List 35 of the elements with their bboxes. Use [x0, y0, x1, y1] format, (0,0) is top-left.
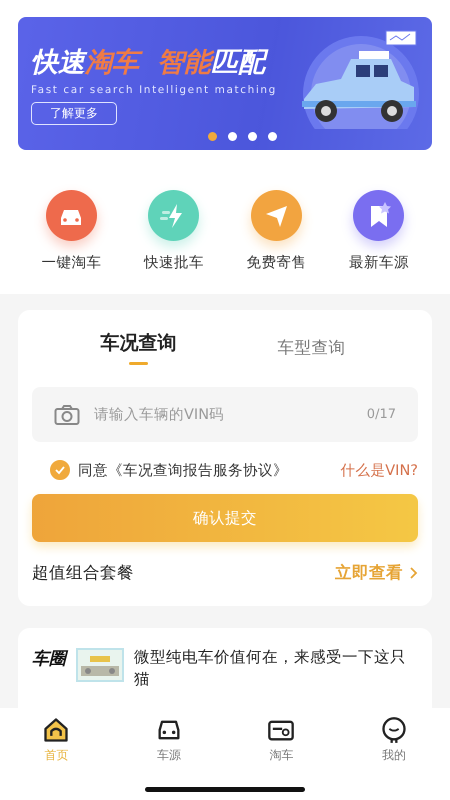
promo-banner[interactable]: 快速淘车 智能匹配 Fast car search Intelligent matching 了解更多	[18, 17, 432, 150]
action-icon-circle[interactable]	[46, 190, 97, 241]
action-label[interactable]: 最新车源	[348, 253, 409, 272]
action-icon-circle[interactable]	[250, 190, 302, 241]
camera-icon	[54, 404, 80, 426]
package-title: 超值组合套餐	[32, 562, 134, 584]
news-headline[interactable]: 微型纯电车价值何在，来感受一下这只猫	[134, 646, 406, 690]
query-tab[interactable]: 车型查询	[278, 324, 346, 375]
nav-tab[interactable]: 车源	[112, 716, 225, 764]
agreement-text: 同意《车况查询报告服务协议》	[78, 462, 288, 480]
nav-tab[interactable]: 淘车	[225, 716, 338, 764]
action-label[interactable]: 一键淘车	[41, 253, 102, 272]
vin-help-link[interactable]: 什么是VIN?	[340, 460, 418, 480]
character-counter: 0/17	[366, 407, 396, 422]
home-icon	[42, 716, 70, 744]
query-tab[interactable]: 车况查询	[100, 324, 176, 375]
learn-more-button[interactable]: 了解更多	[31, 102, 117, 125]
page-dot[interactable]	[208, 132, 217, 141]
page-dot[interactable]	[228, 132, 237, 141]
action-label[interactable]: 免费寄售	[246, 253, 306, 272]
news-logo: 车圈	[32, 647, 66, 670]
check-icon	[53, 464, 67, 476]
agree-checkbox[interactable]	[50, 460, 70, 480]
banner-subtitle: Fast car search Intelligent matching	[31, 84, 277, 96]
vin-input[interactable]: 请输入车辆的VIN码	[92, 406, 355, 424]
action-icon-circle[interactable]	[353, 190, 404, 241]
action-icon-circle[interactable]	[148, 190, 200, 241]
page-dot[interactable]	[248, 132, 257, 141]
headline-word: 快速	[31, 47, 85, 78]
nav-tab[interactable]: 我的	[338, 716, 450, 764]
vin-input-field[interactable]: 请输入车辆的VIN码 0/17	[32, 387, 418, 442]
page-dot[interactable]	[268, 132, 277, 141]
action-label[interactable]: 快速批车	[144, 253, 204, 272]
chevron-right-icon	[409, 566, 418, 580]
smiley-icon	[380, 716, 408, 744]
